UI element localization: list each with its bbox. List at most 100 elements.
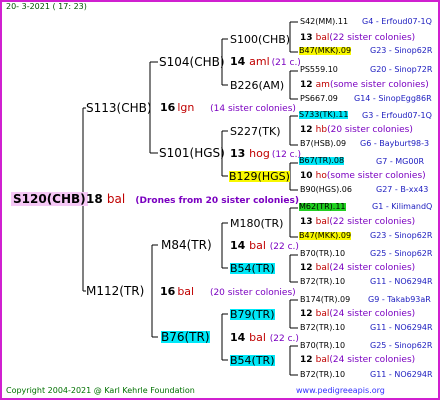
g4-node-12: B174(TR).09 bbox=[300, 295, 351, 304]
g3-code-6: bal bbox=[315, 309, 330, 319]
g4-info-4: G3 - Erfoud07-1Q bbox=[362, 111, 432, 120]
g3-node-5: B54(TR) bbox=[230, 262, 275, 275]
website-link[interactable]: www.pedigreeapis.org bbox=[296, 387, 385, 395]
g3-note-1: (some sister colonies) bbox=[329, 80, 429, 90]
g2-code-0: aml bbox=[249, 55, 270, 68]
g3-mating-3: 10 ho(some sister colonies) bbox=[300, 172, 426, 181]
g4-info-13: G11 - NO6294R bbox=[370, 323, 433, 332]
g2-mating-2: 14 bal (22 c.) bbox=[230, 240, 299, 252]
g3-node-7: B54(TR) bbox=[230, 354, 275, 367]
g4-info-3: G14 - SinopEgg86R bbox=[354, 94, 432, 103]
root-queen: S120(CHB) bbox=[11, 192, 88, 206]
g3-node-0: S100(CHB) bbox=[230, 33, 291, 46]
g3-mating-1: 12 am(some sister colonies) bbox=[300, 81, 429, 90]
g4-info-5: G6 - Bayburt98-3 bbox=[360, 139, 430, 148]
g2-num-2: 14 bbox=[230, 239, 246, 252]
g2-code-3: bal bbox=[249, 331, 266, 344]
g3-mating-4: 13 bal(22 sister colonies) bbox=[300, 218, 415, 227]
g4-info-0: G4 - Erfoud07-1Q bbox=[362, 17, 432, 26]
g3-node-6: B79(TR) bbox=[230, 308, 275, 321]
g2-num-3: 14 bbox=[230, 331, 246, 344]
g3-code-7: bal bbox=[315, 355, 330, 365]
g3-note-3: (some sister colonies) bbox=[326, 171, 426, 181]
g4-node-10: B70(TR).10 bbox=[300, 249, 346, 258]
copyright-text: Copyright 2004-2021 @ Karl Kehrle Founda… bbox=[6, 386, 195, 395]
g2-node-3: B76(TR) bbox=[161, 330, 210, 344]
g2-node-0: S104(CHB) bbox=[159, 55, 225, 69]
g4-info-11: G11 - NO6294R bbox=[370, 277, 433, 286]
root-code: bal bbox=[106, 192, 126, 206]
g3-num-4: 13 bbox=[300, 217, 313, 227]
g4-info-12: G9 - Takab93aR bbox=[368, 295, 431, 304]
g3-node-3: B129(HGS) bbox=[229, 170, 290, 183]
g3-code-5: bal bbox=[315, 263, 330, 273]
g4-node-1: B47(MKK).09 bbox=[299, 46, 352, 55]
g1-node-0: S113(CHB) bbox=[86, 101, 152, 115]
g3-mating-2: 12 hb(20 sister colonies) bbox=[300, 126, 413, 135]
g1-code-1: bal bbox=[177, 285, 195, 298]
root-mating: 18 bal (Drones from 20 sister colonies) bbox=[86, 193, 299, 206]
g2-num-1: 13 bbox=[230, 147, 246, 160]
g2-mating-3: 14 bal (22 c.) bbox=[230, 332, 299, 344]
g3-note-4: (22 sister colonies) bbox=[329, 217, 416, 227]
g1-mating-1: 16 bal (20 sister colonies) bbox=[160, 286, 296, 298]
g1-mating-0: 16 lgn (14 sister colonies) bbox=[160, 102, 296, 114]
g4-node-13: B72(TR).10 bbox=[300, 323, 346, 332]
g1-note-0: (14 sister colonies) bbox=[210, 104, 296, 114]
report-date: 20- 3-2021 ( 17: 23) bbox=[6, 2, 87, 11]
g4-node-7: B90(HGS).06 bbox=[300, 185, 352, 194]
g3-num-1: 12 bbox=[300, 80, 313, 90]
g1-code-0: lgn bbox=[177, 101, 195, 114]
g4-node-2: PS559.10 bbox=[300, 65, 338, 74]
g4-node-11: B72(TR).10 bbox=[300, 277, 346, 286]
g3-num-3: 10 bbox=[300, 171, 313, 181]
g2-mating-1: 13 hog (12 c.) bbox=[230, 148, 301, 160]
g4-node-5: B7(HSB).09 bbox=[300, 139, 347, 148]
g3-note-5: (24 sister colonies) bbox=[329, 263, 416, 273]
g3-code-4: bal bbox=[315, 217, 330, 227]
g4-node-15: B72(TR).10 bbox=[300, 370, 346, 379]
g4-info-7: G27 - B-xx43 bbox=[376, 185, 429, 194]
g3-mating-5: 12 bal(24 sister colonies) bbox=[300, 264, 415, 273]
g3-node-1: B226(AM) bbox=[230, 79, 285, 92]
g2-note-0: (21 c.) bbox=[271, 58, 301, 68]
g2-mating-0: 14 aml (21 c.) bbox=[230, 56, 301, 68]
g2-note-3: (22 c.) bbox=[269, 334, 299, 344]
g4-node-14: B70(TR).10 bbox=[300, 341, 346, 350]
g1-node-1: M112(TR) bbox=[86, 284, 145, 298]
g1-num-1: 16 bbox=[160, 285, 176, 298]
g3-node-2: S227(TK) bbox=[230, 125, 281, 138]
g3-note-2: (20 sister colonies) bbox=[327, 125, 413, 135]
g3-code-1: am bbox=[315, 80, 330, 90]
g3-num-2: 12 bbox=[300, 125, 313, 135]
g4-info-14: G25 - Sinop62R bbox=[370, 341, 433, 350]
g2-code-2: bal bbox=[249, 239, 266, 252]
g3-mating-0: 13 bal(22 sister colonies) bbox=[300, 34, 415, 43]
g2-note-2: (22 c.) bbox=[269, 242, 299, 252]
g4-info-15: G11 - NO6294R bbox=[370, 370, 433, 379]
g2-code-1: hog bbox=[249, 147, 270, 160]
g2-num-0: 14 bbox=[230, 55, 246, 68]
g4-info-9: G23 - Sinop62R bbox=[370, 231, 433, 240]
g4-node-6: B67(TR).08 bbox=[299, 156, 345, 165]
root-note: (Drones from 20 sister colonies) bbox=[135, 196, 299, 206]
g4-node-0: S42(MM).11 bbox=[300, 17, 349, 26]
g4-node-9: B47(MKK).09 bbox=[299, 231, 352, 240]
root-num: 18 bbox=[86, 192, 103, 206]
g3-num-7: 12 bbox=[300, 355, 313, 365]
g3-node-4: M180(TR) bbox=[230, 217, 284, 230]
g3-note-6: (24 sister colonies) bbox=[329, 309, 416, 319]
g3-num-6: 12 bbox=[300, 309, 313, 319]
g4-node-8: M62(TR).11 bbox=[299, 202, 346, 211]
g4-info-1: G23 - Sinop62R bbox=[370, 46, 433, 55]
g4-info-6: G7 - MG00R bbox=[376, 157, 425, 166]
g3-note-0: (22 sister colonies) bbox=[329, 33, 416, 43]
g3-code-3: ho bbox=[315, 171, 327, 181]
g2-node-2: M84(TR) bbox=[161, 238, 212, 252]
g3-num-0: 13 bbox=[300, 33, 313, 43]
g4-node-4: S733(TK).11 bbox=[299, 110, 349, 119]
g3-num-5: 12 bbox=[300, 263, 313, 273]
g3-mating-7: 12 bal(24 sister colonies) bbox=[300, 356, 415, 365]
g3-code-0: bal bbox=[315, 33, 330, 43]
g2-note-1: (12 c.) bbox=[271, 150, 301, 160]
